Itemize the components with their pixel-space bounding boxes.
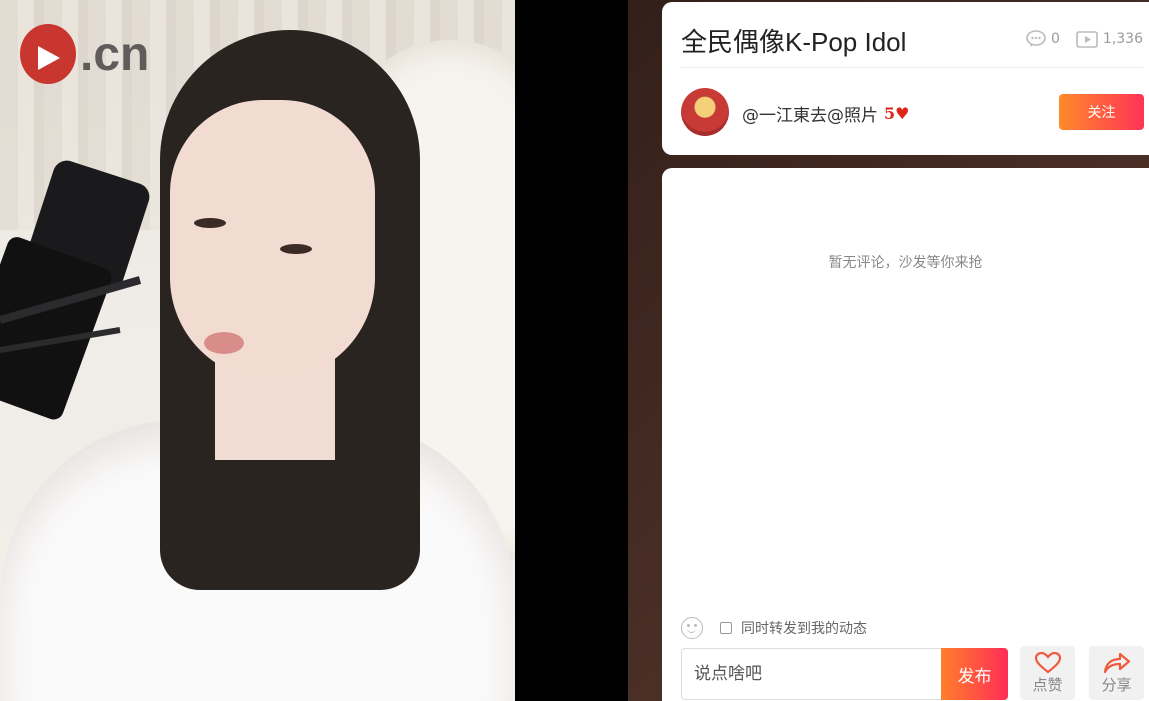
comment-bubble-icon: [1026, 30, 1046, 47]
left-eye: [194, 218, 226, 228]
heart-icon: [1034, 652, 1061, 674]
comment-count: 0: [1050, 31, 1060, 47]
face: [170, 100, 375, 380]
video-player[interactable]: .cn: [0, 0, 515, 701]
share-label: 分享: [1101, 676, 1132, 694]
comment-panel: 暂无评论，沙发等你来抢 同时转发到我的动态 发布 点赞 分享: [662, 168, 1149, 701]
uploader-name-text: @一江東去@照片: [742, 106, 878, 126]
comment-stat: 0: [1026, 30, 1060, 48]
view-count: 1,336: [1102, 31, 1143, 47]
like-label: 点赞: [1032, 676, 1063, 694]
divider: [681, 67, 1143, 68]
empty-comments-message: 暂无评论，沙发等你来抢: [828, 255, 983, 271]
heart-badge-icon: ♥: [895, 104, 910, 123]
repost-label: 同时转发到我的动态: [741, 621, 867, 637]
six-logo-mark: [20, 24, 76, 84]
video-title: 全民偶像K-Pop Idol: [681, 27, 907, 57]
logo-text: .cn: [80, 27, 150, 81]
video-stats: 0 1,336: [1026, 30, 1143, 48]
right-eye: [280, 244, 312, 254]
avatar[interactable]: [681, 88, 729, 136]
uploader-name[interactable]: @一江東去@照片 5♥: [742, 101, 909, 126]
microphone-image: [0, 160, 150, 420]
share-button[interactable]: 分享: [1089, 646, 1144, 700]
comment-input[interactable]: [681, 648, 941, 700]
publish-button[interactable]: 发布: [941, 648, 1008, 700]
video-letterbox: [515, 0, 628, 701]
site-logo: .cn: [20, 24, 149, 84]
level-badge: 5♥: [884, 104, 909, 123]
video-info-card: 全民偶像K-Pop Idol 0 1,336 @一江東去@照片 5♥ 关注: [662, 2, 1149, 155]
like-button[interactable]: 点赞: [1020, 646, 1075, 700]
follow-button[interactable]: 关注: [1059, 94, 1144, 130]
emoji-icon[interactable]: [681, 617, 703, 639]
level-badge-number: 5: [884, 104, 896, 123]
repost-checkbox[interactable]: [720, 622, 732, 634]
share-arrow-icon: [1103, 652, 1130, 674]
lips: [204, 332, 244, 354]
play-count-icon: [1076, 30, 1098, 48]
repost-option[interactable]: 同时转发到我的动态: [720, 618, 867, 638]
view-stat: 1,336: [1076, 30, 1143, 48]
